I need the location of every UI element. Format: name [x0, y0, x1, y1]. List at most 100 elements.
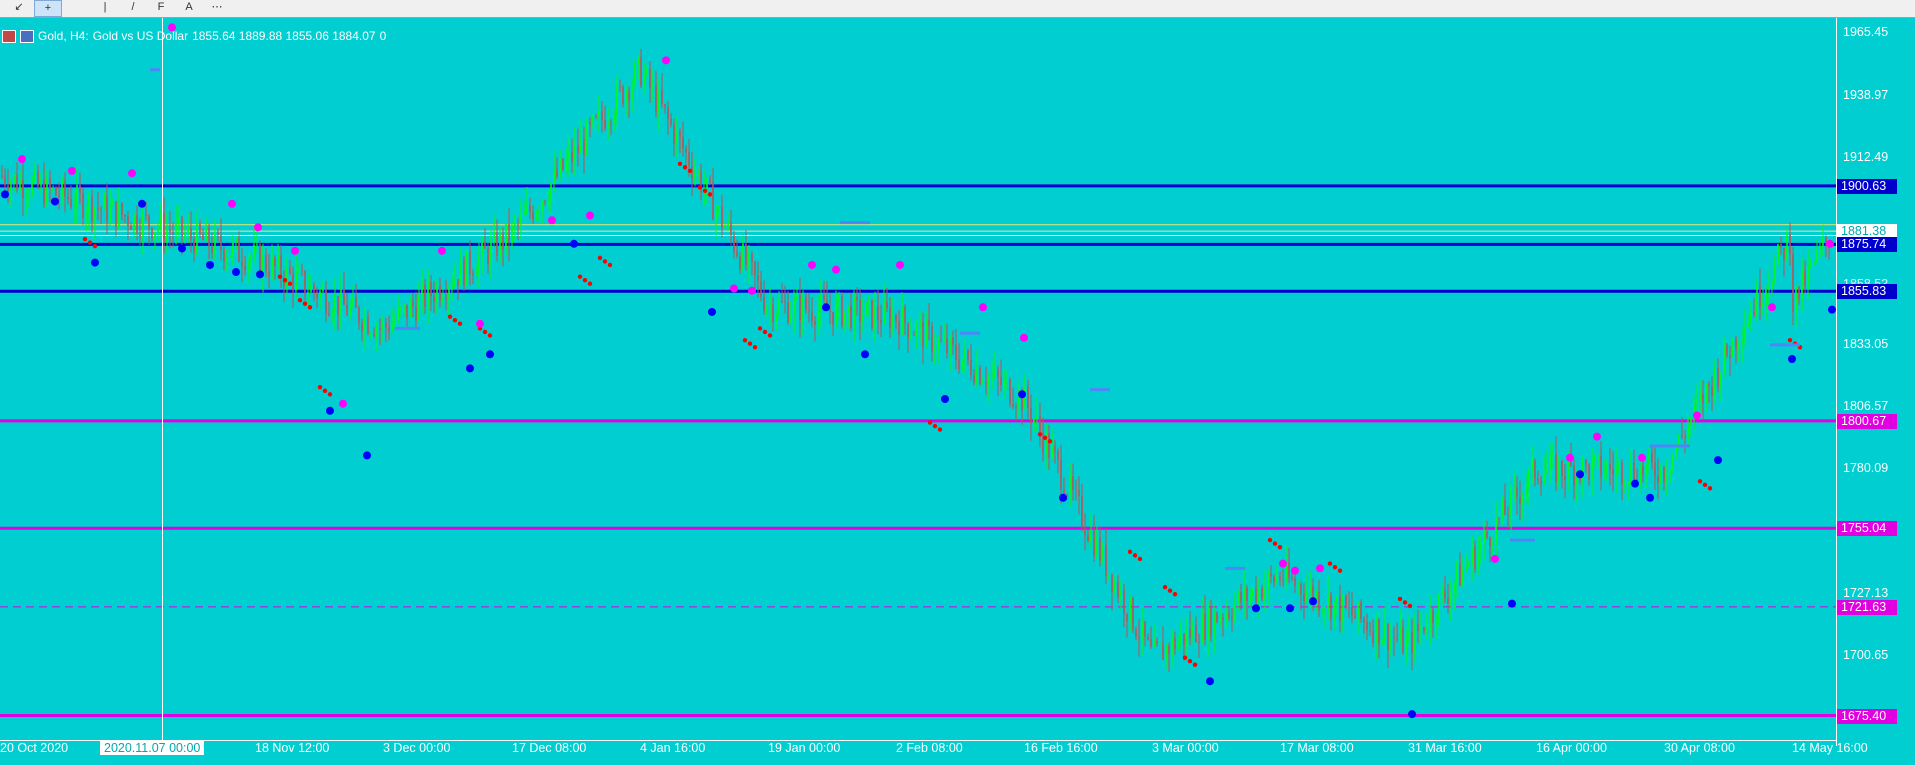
candle-body [1480, 542, 1482, 551]
candle-body [973, 375, 975, 383]
trailing-stop-dot [602, 259, 608, 264]
candle-body [1471, 546, 1473, 564]
time-tick-label: 20 Oct 2020 [0, 741, 69, 755]
candle-body [667, 107, 669, 119]
chart-properties-icon[interactable] [20, 29, 34, 43]
candle-body [811, 311, 813, 321]
candle-body [412, 301, 414, 307]
candle-body [1498, 517, 1500, 519]
candle-body [823, 295, 825, 300]
candle-body [946, 338, 948, 354]
candle-body [1177, 641, 1179, 650]
candle-body [583, 138, 585, 156]
candle-body [1150, 639, 1152, 647]
trailing-stop-dot [1327, 561, 1333, 566]
candle-body [1159, 643, 1161, 645]
back-arrow-icon[interactable]: ↙ [6, 0, 32, 15]
candle-body [1783, 247, 1785, 260]
candle-body [967, 350, 969, 361]
candle-body [442, 298, 444, 301]
candle-body [511, 225, 513, 243]
candle-body [1753, 311, 1755, 315]
candle-body [1132, 597, 1134, 630]
text-tool-icon[interactable]: A [176, 0, 202, 15]
candle-body [286, 267, 288, 287]
candle-body [280, 255, 282, 278]
candle-body [1468, 563, 1470, 567]
price-tick-label: 1806.57 [1843, 399, 1889, 414]
candle-body [718, 206, 720, 211]
vertical-line-tool-icon[interactable]: | [92, 0, 118, 15]
trailing-stop-dot [1182, 655, 1188, 660]
candle-body [1057, 451, 1059, 460]
candle-body [568, 151, 570, 161]
candle-body [1003, 379, 1005, 386]
candle-body [691, 166, 693, 179]
candle-body [1009, 379, 1011, 404]
candle-body [1696, 400, 1698, 404]
candle-body [1171, 638, 1173, 655]
candle-body [1609, 464, 1611, 470]
trendline-tool-icon[interactable]: / [120, 0, 146, 15]
trailing-stop-dot [482, 329, 488, 335]
candle-body [949, 337, 951, 354]
trailing-stop-dot [487, 333, 493, 338]
candle-body [1597, 455, 1599, 457]
candle-body [367, 317, 369, 334]
candle-body [211, 246, 213, 253]
trailing-stop-dot [1267, 537, 1273, 543]
candle-body [1081, 495, 1083, 527]
candle-body [1291, 577, 1293, 579]
candle-body [469, 250, 471, 274]
candle-body [1153, 640, 1155, 647]
candle-body [1201, 613, 1203, 643]
candle-body [112, 201, 114, 206]
buy-signal-dot [1, 190, 9, 199]
candle-body [1012, 403, 1014, 407]
chart-window-icon[interactable] [2, 29, 16, 43]
candle-body [466, 250, 468, 286]
candle-body [385, 322, 387, 328]
candle-body [952, 337, 954, 345]
buy-signal-dot [570, 239, 578, 248]
candle-body [940, 339, 942, 341]
candle-body [1258, 588, 1260, 603]
chart-window[interactable] [0, 18, 1915, 765]
candle-body [1144, 621, 1146, 638]
candle-body [1222, 618, 1224, 620]
candle-body [1162, 643, 1164, 660]
level-price-tag: 1855.83 [1837, 284, 1897, 300]
candle-body [997, 369, 999, 378]
dotted-line-tool-icon[interactable]: ⋯ [204, 0, 230, 15]
candle-body [1486, 531, 1488, 538]
trailing-stop-dot [1277, 544, 1283, 550]
candle-body [58, 195, 60, 198]
candle-body [148, 215, 150, 229]
crosshair-cursor-icon[interactable]: + [34, 0, 62, 17]
candle-body [313, 284, 315, 292]
candle-body [592, 116, 594, 125]
price-tick-label: 1700.65 [1843, 648, 1889, 663]
candle-body [1603, 473, 1605, 477]
candle-body [37, 170, 39, 187]
sell-signal-dot [896, 260, 904, 269]
candle-body [1276, 576, 1278, 582]
time-tick-label: 30 Apr 08:00 [1664, 741, 1735, 755]
sell-signal-dot [662, 56, 670, 65]
trailing-stop-dot [307, 305, 313, 310]
candle-body [1390, 637, 1392, 650]
candle-body [1030, 407, 1032, 424]
candle-body [1051, 446, 1053, 458]
candle-body [589, 121, 591, 125]
candle-body [547, 201, 549, 203]
fibonacci-tool-icon[interactable]: F [148, 0, 174, 15]
candle-body [325, 290, 327, 314]
candle-body [244, 265, 246, 271]
candle-body [1717, 367, 1719, 387]
candle-body [1396, 638, 1398, 640]
candle-body [1567, 458, 1569, 480]
candle-body [418, 295, 420, 321]
price-chart-canvas[interactable] [0, 18, 1915, 765]
candle-body [1444, 590, 1446, 599]
price-tick-label: 1938.97 [1843, 87, 1889, 102]
